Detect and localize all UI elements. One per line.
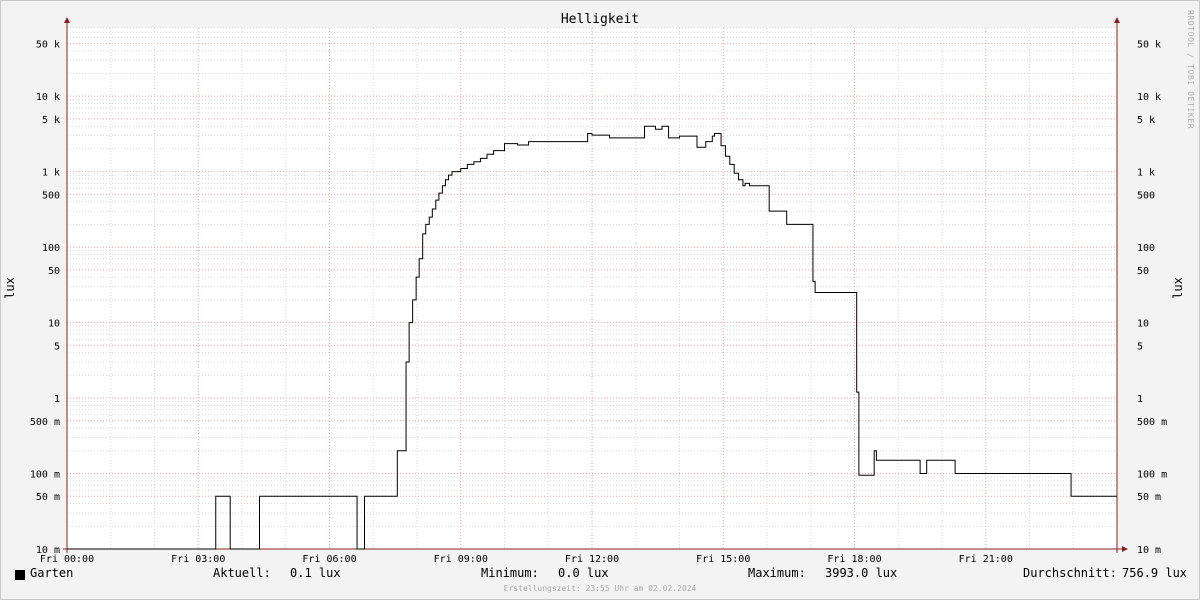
legend-maximum-label: Maximum:	[748, 566, 806, 580]
chart-title: Helligkeit	[561, 12, 639, 27]
legend-aktuell-label: Aktuell:	[213, 566, 271, 580]
legend-durchschnitt-label: Durchschnitt:	[1023, 566, 1117, 580]
y-tick-label-right: 10 k	[1137, 92, 1161, 103]
y-tick-label-left: 10 k	[36, 92, 60, 103]
y-tick-label-right: 100	[1137, 243, 1155, 254]
y-tick-label-left: 5 k	[42, 115, 60, 126]
y-tick-label-right: 500	[1137, 190, 1155, 201]
y-axis-label-left: lux	[3, 277, 17, 299]
legend-swatch	[15, 570, 25, 580]
legend-aktuell-value: 0.1 lux	[290, 566, 341, 580]
x-tick-label: Fri 21:00	[959, 554, 1013, 565]
x-tick-label: Fri 15:00	[696, 554, 750, 565]
x-tick-label: Fri 09:00	[434, 554, 488, 565]
y-tick-label-left: 100 m	[30, 470, 60, 481]
y-axis-right-arrow	[1114, 17, 1120, 23]
legend-minimum-value: 0.0 lux	[558, 566, 609, 580]
x-tick-label: Fri 12:00	[565, 554, 619, 565]
y-tick-label-left: 50 k	[36, 39, 60, 50]
y-axis-label-right: lux	[1171, 277, 1185, 299]
y-tick-label-right: 100 m	[1137, 470, 1167, 481]
y-tick-label-left: 100	[42, 243, 60, 254]
y-tick-label-left: 5	[54, 341, 60, 352]
y-tick-labels-left: 10 m 50 m 100 m 500 m 1 5 10 50 100 500 1 k 5 k 10 k…	[30, 39, 60, 556]
legend-durchschnitt-value: 756.9 lux	[1122, 566, 1188, 580]
x-tick-labels: Fri 00:00 Fri 03:00 Fri 06:00 Fri 09:00 Fri …	[40, 554, 1013, 565]
watermark: RRDTOOL / TOBI OETIKER	[1186, 10, 1195, 129]
y-tick-label-left: 10 m	[36, 545, 60, 556]
y-tick-label-right: 5 k	[1137, 115, 1155, 126]
y-tick-label-right: 10	[1137, 319, 1149, 330]
footer-timestamp: Erstellungszeit: 23:55 Uhr am 02.02.2024	[503, 584, 697, 593]
x-tick-label: Fri 06:00	[302, 554, 356, 565]
y-tick-labels-right: 10 m 50 m 100 m 500 m 1 5 10 50 100 500 1 k 5 k 10 k…	[1137, 39, 1167, 556]
y-tick-label-right: 500 m	[1137, 417, 1167, 428]
y-tick-label-left: 1 k	[42, 168, 60, 179]
y-tick-label-left: 500	[42, 190, 60, 201]
legend-maximum-value: 3993.0 lux	[825, 566, 898, 580]
y-tick-label-right: 50	[1137, 266, 1149, 277]
y-tick-label-left: 500 m	[30, 417, 60, 428]
x-tick-label: Fri 03:00	[171, 554, 225, 565]
y-tick-label-left: 10	[48, 319, 60, 330]
y-tick-label-right: 50 m	[1137, 492, 1161, 503]
y-tick-label-left: 50 m	[36, 492, 60, 503]
x-tick-label: Fri 18:00	[827, 554, 881, 565]
y-tick-label-left: 50	[48, 266, 60, 277]
y-tick-label-right: 5	[1137, 341, 1143, 352]
y-tick-label-left: 1	[54, 394, 60, 405]
y-tick-label-right: 1	[1137, 394, 1143, 405]
chart: Fri 00:00 Fri 03:00 Fri 06:00 Fri 09:00 Fri …	[3, 12, 1185, 565]
y-axis-left-arrow	[64, 17, 70, 23]
y-tick-label-right: 50 k	[1137, 39, 1161, 50]
x-axis-arrow	[1122, 546, 1128, 552]
watermark-text: RRDTOOL / TOBI OETIKER	[1186, 10, 1195, 129]
legend-minimum-label: Minimum:	[481, 566, 539, 580]
y-tick-label-right: 10 m	[1137, 545, 1161, 556]
y-tick-label-right: 1 k	[1137, 168, 1155, 179]
legend-series-name: Garten	[30, 566, 74, 580]
